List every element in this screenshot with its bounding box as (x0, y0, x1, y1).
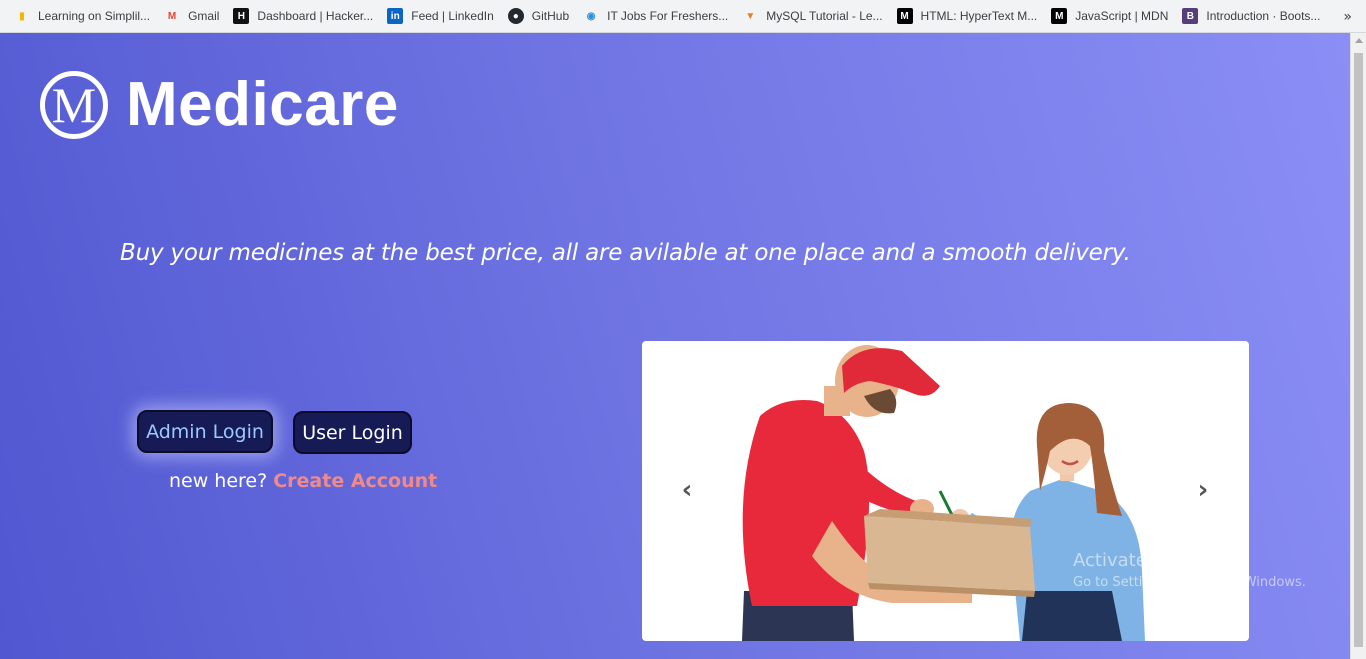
bookmark-label: Dashboard | Hacker... (257, 9, 374, 23)
signup-prompt: new here? Create Account (169, 470, 437, 492)
medicare-logo-icon: M (40, 70, 108, 139)
watermark-title: Activate Windows (1073, 550, 1233, 571)
admin-login-button[interactable]: Admin Login (137, 410, 273, 453)
bookmark-item[interactable]: ▮ Learning on Simplil... (14, 0, 158, 32)
carousel-next-icon[interactable]: › (1192, 475, 1214, 505)
bookmark-label: Feed | LinkedIn (411, 9, 494, 23)
brand-name: Medicare (126, 70, 399, 139)
scrollbar-thumb[interactable] (1354, 53, 1363, 647)
linkedin-icon: in (387, 8, 404, 24)
bookmark-item[interactable]: M JavaScript | MDN (1051, 0, 1176, 32)
simplilearn-icon: ▮ (19, 10, 25, 22)
mdn-icon: M (896, 8, 913, 24)
mysql-tutorial-icon: ▼ (745, 10, 756, 22)
bootstrap-icon: B (1182, 8, 1199, 24)
bookmark-item[interactable]: in Feed | LinkedIn (387, 0, 502, 32)
bookmarks-bar: ▮ Learning on Simplil... M Gmail H Dashboard … (0, 0, 1366, 33)
windows-activation-watermark: Activate Windows Go to Settings to activ… (1073, 550, 1306, 590)
watermark-subtitle: Go to Settings to activate Windows. (1073, 575, 1306, 590)
bookmark-label: Learning on Simplil... (38, 9, 151, 23)
bookmark-label: Introduction · Boots... (1206, 9, 1321, 23)
bookmarks-more-button[interactable]: » (1343, 0, 1352, 33)
scrollbar[interactable] (1350, 33, 1366, 659)
bookmark-item[interactable]: M Gmail (164, 0, 227, 32)
bookmark-item[interactable]: ▼ MySQL Tutorial - Le... (742, 0, 890, 32)
bookmark-item[interactable]: H Dashboard | Hacker... (233, 0, 381, 32)
hackerrank-icon: H (233, 8, 250, 24)
bookmark-item[interactable]: ● GitHub (507, 0, 577, 32)
brand[interactable]: M Medicare (40, 69, 399, 140)
bookmark-label: IT Jobs For Freshers... (607, 9, 729, 23)
bookmark-label: MySQL Tutorial - Le... (766, 9, 883, 23)
gmail-icon: M (167, 10, 177, 22)
carousel: ‹ › (642, 341, 1249, 641)
user-login-button[interactable]: User Login (293, 411, 412, 454)
bookmark-label: JavaScript | MDN (1075, 9, 1169, 23)
create-account-link[interactable]: Create Account (273, 470, 437, 492)
tagline: Buy your medicines at the best price, al… (120, 240, 1131, 266)
bookmark-label: Gmail (188, 9, 220, 23)
carousel-prev-icon[interactable]: ‹ (676, 475, 698, 505)
signup-prompt-text: new here? (169, 470, 268, 492)
bookmark-label: HTML: HyperText M... (920, 9, 1038, 23)
bookmark-label: GitHub (531, 9, 570, 23)
mdn-icon: M (1051, 8, 1068, 24)
bookmark-item[interactable]: B Introduction · Boots... (1182, 0, 1328, 32)
delivery-person-handing-box-to-woman-image (742, 345, 1145, 641)
jobs-icon: ◉ (586, 10, 596, 22)
github-icon: ● (507, 8, 524, 24)
bookmark-item[interactable]: ◉ IT Jobs For Freshers... (583, 0, 736, 32)
scroll-up-icon[interactable] (1355, 38, 1363, 43)
bookmark-item[interactable]: M HTML: HyperText M... (896, 0, 1046, 32)
